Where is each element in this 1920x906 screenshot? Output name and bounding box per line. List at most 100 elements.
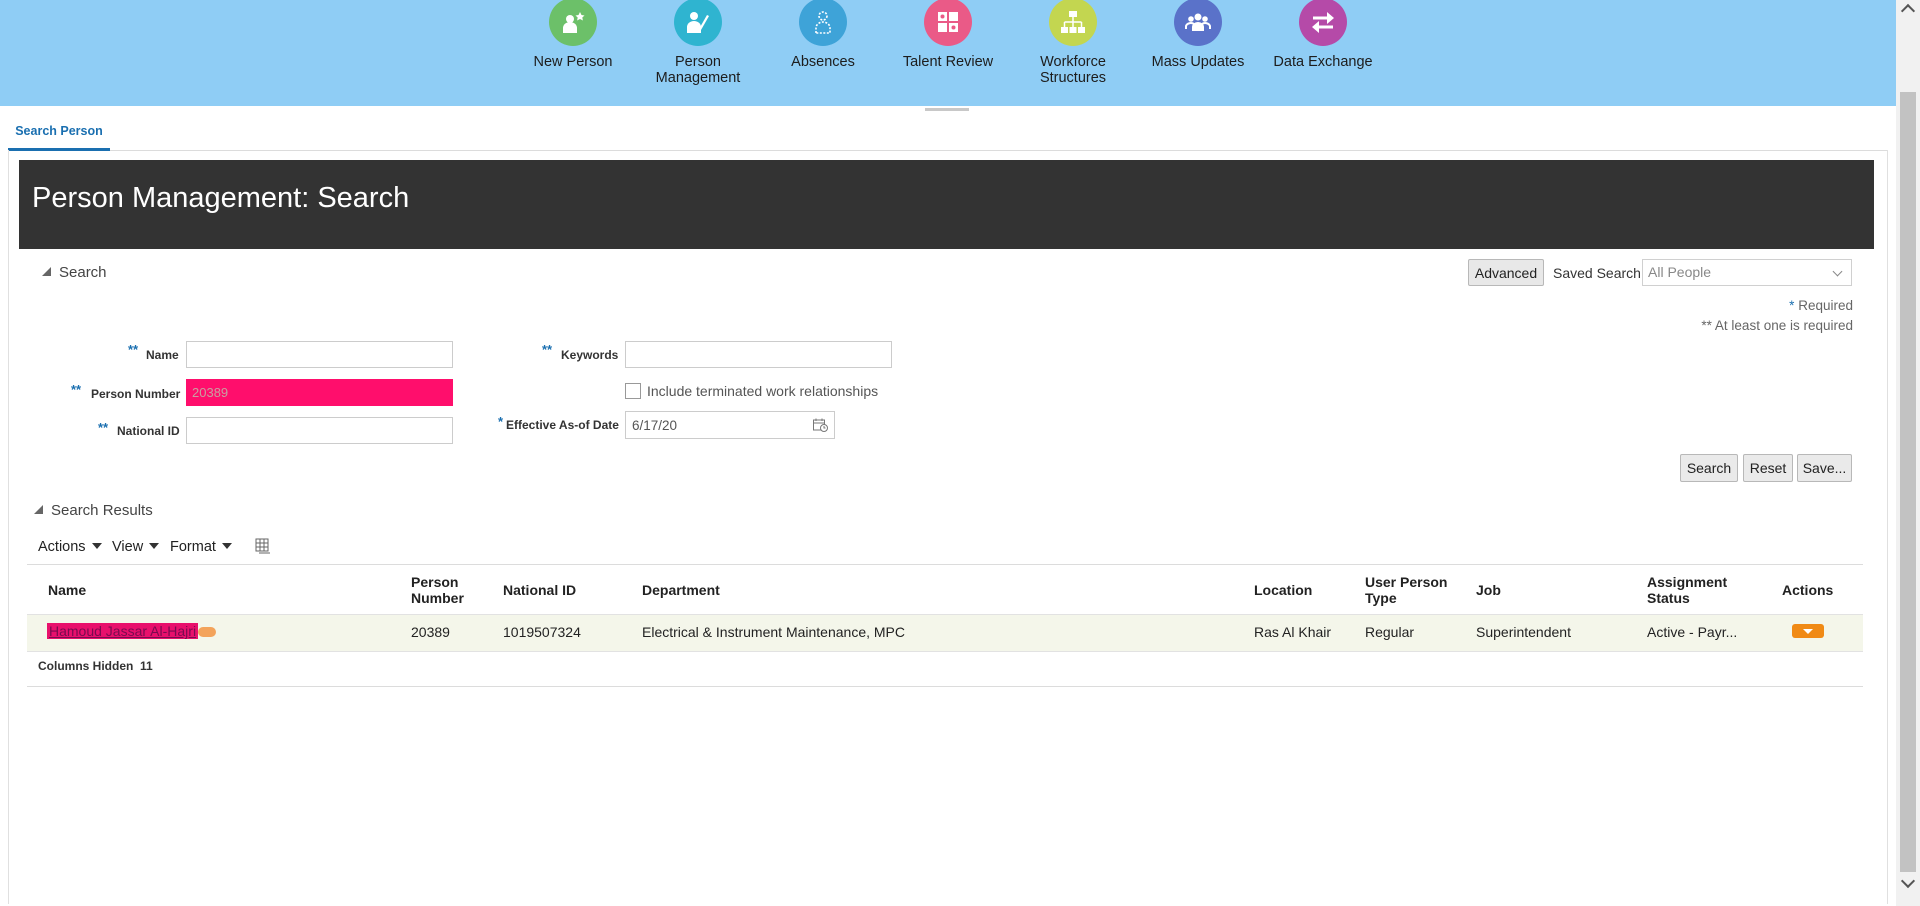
col-header-department[interactable]: Department [642, 582, 720, 598]
advanced-button[interactable]: Advanced [1468, 259, 1544, 286]
springboard-collapse-handle[interactable] [925, 108, 969, 111]
springboard-mass-updates[interactable]: Mass Updates [1133, 0, 1263, 70]
talent-review-icon [924, 0, 972, 46]
search-button[interactable]: Search [1680, 454, 1738, 482]
cell-assignment-status: Active - Payr... [1647, 624, 1738, 640]
name-input[interactable] [186, 341, 453, 368]
scrollbar-thumb[interactable] [1900, 92, 1916, 872]
page-header: Person Management: Search [19, 160, 1874, 249]
caret-down-icon [91, 543, 102, 549]
caret-down-icon [1803, 629, 1813, 634]
col-header-assignment-status[interactable]: Assignment Status [1647, 574, 1727, 606]
format-menu[interactable]: Format [170, 539, 232, 555]
page-title: Person Management: Search [32, 182, 410, 214]
at-least-one-note: ** At least one is required [1701, 318, 1853, 333]
search-section-label: Search [59, 264, 107, 281]
cell-location: Ras Al Khair [1254, 624, 1332, 640]
saved-search-label: Saved Search [1553, 265, 1641, 281]
person-number-input[interactable] [186, 379, 453, 406]
view-menu-label: View [112, 539, 144, 555]
springboard-label: Person Management [655, 54, 741, 86]
scroll-down-arrow-icon[interactable] [1900, 873, 1916, 889]
cell-department: Electrical & Instrument Maintenance, MPC [642, 624, 905, 640]
table-row[interactable] [27, 614, 1863, 652]
at-least-one-marker: ** [128, 342, 139, 357]
springboard-label: Data Exchange [1273, 54, 1373, 70]
col-header-location[interactable]: Location [1254, 582, 1312, 598]
search-results-label: Search Results [51, 502, 153, 519]
table-bottom-border [27, 686, 1863, 687]
caret-down-icon [221, 543, 232, 549]
calendar-icon[interactable] [813, 418, 828, 432]
row-actions-button[interactable] [1792, 624, 1824, 638]
saved-search-select[interactable]: All People [1642, 259, 1852, 286]
col-header-name[interactable]: Name [48, 582, 86, 598]
col-header-national-id[interactable]: National ID [503, 582, 576, 598]
saved-search-value: All People [1648, 264, 1712, 280]
col-header-person-number[interactable]: Person Number [411, 574, 464, 606]
springboard-data-exchange[interactable]: Data Exchange [1258, 0, 1388, 70]
data-exchange-icon [1299, 0, 1347, 46]
person-number-label: Person Number [91, 387, 181, 401]
at-least-one-marker: ** [98, 420, 109, 435]
scroll-up-arrow-icon[interactable] [1900, 3, 1916, 19]
col-header-actions: Actions [1782, 582, 1834, 598]
effective-date-label: Effective As-of Date [506, 418, 619, 432]
cell-national-id: 1019507324 [503, 624, 581, 640]
springboard-label: New Person [533, 54, 613, 70]
national-id-input[interactable] [186, 417, 453, 444]
include-terminated-checkbox[interactable] [625, 383, 641, 399]
caret-down-icon [149, 543, 160, 549]
effective-date-input[interactable]: 6/17/20 [625, 411, 835, 439]
include-terminated-label: Include terminated work relationships [647, 383, 879, 399]
contact-card-icon[interactable] [198, 627, 216, 637]
name-label: Name [146, 348, 179, 362]
required-note: * Required [1789, 298, 1853, 313]
at-least-one-marker: ** [542, 342, 553, 357]
springboard-person-management[interactable]: Person Management [633, 0, 763, 86]
col-header-user-person-type[interactable]: User Person Type [1365, 574, 1447, 606]
actions-menu-label: Actions [38, 539, 86, 555]
chevron-down-icon [1832, 266, 1843, 277]
springboard-talent-review[interactable]: Talent Review [883, 0, 1013, 70]
actions-menu[interactable]: Actions [38, 539, 102, 555]
cell-person-number: 20389 [411, 624, 450, 640]
vertical-scrollbar[interactable] [1896, 0, 1920, 906]
format-menu-label: Format [170, 539, 216, 555]
reset-button[interactable]: Reset [1743, 454, 1793, 482]
person-name-link[interactable]: Hamoud Jassar Al-Hajri [47, 623, 199, 639]
workforce-structures-icon [1049, 0, 1097, 46]
save-button[interactable]: Save... [1797, 454, 1852, 482]
columns-hidden-label: Columns Hidden [38, 659, 134, 673]
required-marker: * [498, 414, 504, 429]
keywords-input[interactable] [625, 341, 892, 368]
springboard-new-person[interactable]: New Person [508, 0, 638, 70]
required-asterisk: * [1789, 298, 1795, 313]
tab-strip: Search Person [8, 118, 1888, 151]
springboard-label: Workforce Structures [1039, 54, 1107, 86]
required-note-text: Required [1798, 298, 1853, 313]
collapse-triangle-icon [42, 267, 51, 276]
at-least-one-marker: ** [71, 382, 82, 397]
cell-user-person-type: Regular [1365, 624, 1415, 640]
content-panel [8, 150, 1888, 904]
springboard-label: Mass Updates [1151, 54, 1245, 70]
table-top-border [27, 564, 1863, 565]
keywords-label: Keywords [561, 348, 619, 362]
view-menu[interactable]: View [112, 539, 160, 555]
effective-date-value: 6/17/20 [632, 418, 678, 433]
mass-updates-icon [1174, 0, 1222, 46]
person-management-icon [674, 0, 722, 46]
tab-search-person[interactable]: Search Person [8, 118, 110, 151]
search-section-toggle[interactable]: Search [42, 264, 107, 281]
new-person-icon [549, 0, 597, 46]
freeze-columns-icon[interactable] [255, 538, 271, 554]
search-results-toggle[interactable]: Search Results [34, 502, 153, 519]
springboard-label: Talent Review [902, 54, 994, 70]
cell-job: Superintendent [1476, 624, 1571, 640]
springboard-workforce-structures[interactable]: Workforce Structures [1008, 0, 1138, 86]
columns-hidden-count: 11 [140, 659, 153, 673]
springboard-bar: New Person Person Management Absences Ta… [0, 0, 1920, 106]
col-header-job[interactable]: Job [1476, 582, 1501, 598]
springboard-absences[interactable]: Absences [758, 0, 888, 70]
